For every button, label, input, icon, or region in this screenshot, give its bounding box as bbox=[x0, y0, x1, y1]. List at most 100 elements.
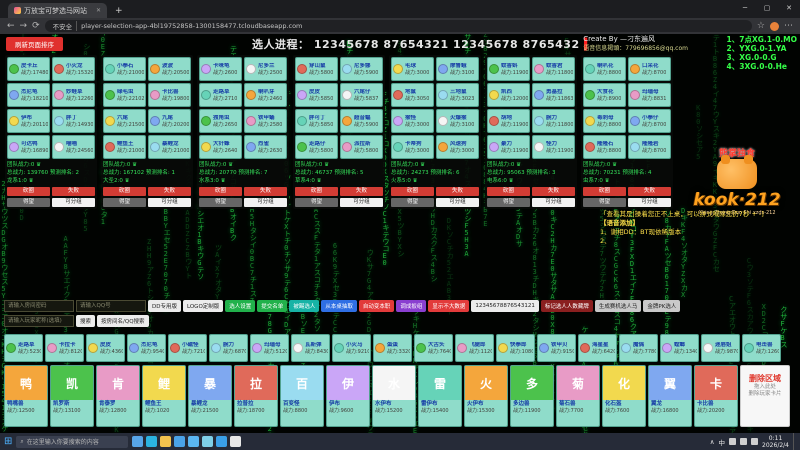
toolbar-input-room-password[interactable] bbox=[4, 300, 74, 312]
player-card[interactable]: 玛瑙母 战力:8831 bbox=[628, 83, 671, 107]
bottom-player-card-large[interactable]: 多多边兽 战力:11900 bbox=[510, 365, 554, 427]
group-button[interactable]: 可分组 bbox=[532, 198, 575, 207]
bottom-player-card-large[interactable]: 肯肯泰罗 战力:12800 bbox=[96, 365, 140, 427]
player-card[interactable]: 铁甲蛹 战力:2580 bbox=[244, 109, 287, 133]
group-button[interactable]: 可分组 bbox=[340, 198, 383, 207]
bottom-player-card-large[interactable]: 鸭鸭嘴兽 战力:12500 bbox=[4, 365, 48, 427]
player-card[interactable]: 九尾 战力:20200 bbox=[148, 109, 191, 133]
player-card[interactable]: 胖可丁 战力:5850 bbox=[295, 109, 338, 133]
player-card[interactable]: 毒刺母 战力:8800 bbox=[583, 109, 626, 133]
bottom-player-card[interactable]: 皮皮 战力:4360 bbox=[86, 334, 125, 362]
bottom-player-card[interactable]: 飞腿郎战力:11200 bbox=[455, 334, 494, 362]
tab-close-icon[interactable]: ✕ bbox=[96, 7, 101, 14]
player-card[interactable]: 妙蛙草 战力:12260 bbox=[52, 83, 95, 107]
kick-button[interactable]: 砍圈 bbox=[199, 187, 242, 196]
kick-button[interactable]: 砍圈 bbox=[295, 187, 338, 196]
taskbar-icon-edge[interactable] bbox=[146, 436, 158, 447]
toolbar-button-draw-from-table[interactable]: 从本桌抽取 bbox=[321, 300, 357, 312]
kick-button[interactable]: 砍圈 bbox=[391, 187, 434, 196]
bottom-player-card[interactable]: 瓦斯弹 战力:8430 bbox=[291, 334, 330, 362]
bottom-player-card[interactable]: 蛋蛋 战力:3320 bbox=[373, 334, 412, 362]
player-card[interactable]: 火爆猴 战力:3100 bbox=[436, 109, 479, 133]
forward-icon[interactable]: → bbox=[20, 21, 28, 31]
fail-button[interactable]: 失败 bbox=[148, 187, 191, 196]
player-card[interactable]: 卡比兽 战力:19800 bbox=[148, 83, 191, 107]
taskbar-icon-store[interactable] bbox=[174, 436, 186, 447]
bottom-player-card[interactable]: 大舌头 战力:7640 bbox=[414, 334, 453, 362]
group-button[interactable]: 可分组 bbox=[148, 198, 191, 207]
player-card[interactable]: 波波 战力:20500 bbox=[148, 57, 191, 81]
player-card[interactable]: 三地鼠 战力:3023 bbox=[436, 83, 479, 107]
new-tab-button[interactable]: + bbox=[115, 6, 123, 16]
player-card[interactable]: 卡咪龟 战力:2600 bbox=[199, 57, 242, 81]
kick-button[interactable]: 砍圈 bbox=[103, 187, 146, 196]
favorites-star-icon[interactable]: ☆ bbox=[757, 21, 765, 31]
taskbar-icon-explorer[interactable] bbox=[160, 436, 172, 447]
bottom-player-card-large[interactable]: 化化石盔 战力:7600 bbox=[602, 365, 646, 427]
toolbar-button-mark-count[interactable]: 标记选人人数藏牌 bbox=[540, 300, 593, 312]
kick-button[interactable]: 砍圈 bbox=[487, 187, 530, 196]
player-card[interactable]: 摩鲁蛾 战力:3100 bbox=[436, 57, 479, 81]
toolbar-button-team-group[interactable]: 调成扳组 bbox=[396, 300, 427, 312]
toolbar-button-kicked-select[interactable]: 被踢选人 bbox=[289, 300, 320, 312]
bottom-player-card-large[interactable]: 拉拉普拉 战力:18700 bbox=[234, 365, 278, 427]
bottom-player-card-large[interactable]: 翼翼龙 战力:16800 bbox=[648, 365, 692, 427]
toolbar-button-generate-match[interactable]: 生成赛机选人马 bbox=[594, 300, 642, 312]
toolbar-button-submit-list[interactable]: 提交名单 bbox=[257, 300, 288, 312]
browser-tab[interactable]: 万放宝可梦选马网站 ✕ bbox=[8, 3, 108, 18]
bottom-player-card[interactable]: 海星星 战力:6420 bbox=[578, 334, 617, 362]
player-card[interactable]: 毛球 战力:3000 bbox=[391, 57, 434, 81]
kick-button[interactable]: 砍圈 bbox=[583, 187, 626, 196]
player-card[interactable]: 大针蜂 战力:2640 bbox=[199, 135, 242, 159]
group-button[interactable]: 可分组 bbox=[436, 198, 479, 207]
player-card[interactable]: 蚊香蚪 战力:11900 bbox=[487, 57, 530, 81]
toolbar-input-qq-number[interactable] bbox=[76, 300, 146, 312]
player-card[interactable]: 六尾 战力:21500 bbox=[103, 109, 146, 133]
wait-button[interactable]: 得望 bbox=[583, 198, 626, 207]
bottom-player-card[interactable]: 小磁怪 战力:7210 bbox=[168, 334, 207, 362]
bottom-player-card[interactable]: 小火马 战力:9210 bbox=[332, 334, 371, 362]
bottom-player-card-large[interactable]: 火火伊布 战力:15300 bbox=[464, 365, 508, 427]
refresh-icon[interactable]: ⟳ bbox=[32, 21, 40, 31]
toolbar-button-search-by-room[interactable]: 按房间名/QQ搜索 bbox=[97, 315, 149, 327]
player-card[interactable]: 隆隆岩 战力:8700 bbox=[628, 135, 671, 159]
wait-button[interactable]: 得望 bbox=[199, 198, 242, 207]
kick-button[interactable]: 砍圈 bbox=[7, 187, 50, 196]
toolbar-button-auto-job[interactable]: 自动变本职 bbox=[358, 300, 395, 312]
player-card[interactable]: 勇基拉 战力:11863 bbox=[532, 83, 575, 107]
toolbar-button-logo-version[interactable]: LOGO定制版 bbox=[182, 300, 224, 312]
fail-button[interactable]: 失败 bbox=[436, 187, 479, 196]
player-card[interactable]: 超音蝠 战力:5900 bbox=[340, 109, 383, 133]
back-icon[interactable]: ← bbox=[7, 21, 15, 31]
fail-button[interactable]: 失败 bbox=[340, 187, 383, 196]
player-card[interactable]: 走路仔 战力:5800 bbox=[295, 135, 338, 159]
bottom-player-card[interactable]: 铁甲贝 战力:9150 bbox=[537, 334, 576, 362]
minimize-button[interactable]: ─ bbox=[734, 0, 756, 16]
wait-button[interactable]: 得望 bbox=[391, 198, 434, 207]
volume-icon[interactable] bbox=[740, 438, 748, 445]
toolbar-button-select-settings[interactable]: 选人设置 bbox=[225, 300, 256, 312]
player-card[interactable]: 风速狗 战力:3000 bbox=[436, 135, 479, 159]
toolbar-button-dd-version[interactable]: DD专用版 bbox=[148, 300, 181, 312]
player-card[interactable]: 口呆花 战力:8700 bbox=[628, 57, 671, 81]
toolbar-input-player-nickname[interactable] bbox=[4, 315, 74, 327]
bottom-player-card-large[interactable]: 水水伊布 战力:15200 bbox=[372, 365, 416, 427]
player-card[interactable]: 可达鸭 战力:16890 bbox=[7, 135, 50, 159]
fail-button[interactable]: 失败 bbox=[52, 187, 95, 196]
bottom-player-card[interactable]: 电击兽战力:12600 bbox=[742, 334, 781, 362]
fail-button[interactable]: 失败 bbox=[244, 187, 287, 196]
toolbar-button-show-bigdata[interactable]: 显示不大数据 bbox=[428, 300, 470, 312]
player-card[interactable]: 豪力 战力:11900 bbox=[487, 135, 530, 159]
wait-button[interactable]: 得望 bbox=[103, 198, 146, 207]
player-card[interactable]: 怪力 战力:11900 bbox=[532, 135, 575, 159]
player-card[interactable]: 尼多娜 战力:5900 bbox=[340, 57, 383, 81]
bottom-player-card-large[interactable]: 百百变怪 战力:8800 bbox=[280, 365, 324, 427]
player-card[interactable]: 皮皮 战力:5850 bbox=[295, 83, 338, 107]
taskbar-icon-widgets[interactable] bbox=[132, 436, 144, 447]
player-card[interactable]: 胖丁 战力:14930 bbox=[52, 109, 95, 133]
maximize-button[interactable]: ▢ bbox=[756, 0, 778, 16]
player-card[interactable]: 凯西 战力:12000 bbox=[487, 83, 530, 107]
player-card[interactable]: 绿毛虫 战力:22102 bbox=[103, 83, 146, 107]
taskbar-clock[interactable]: 0:11 2026/2/4 bbox=[762, 435, 789, 449]
bottom-player-card[interactable]: 迷唇姐 战力:9870 bbox=[701, 334, 740, 362]
